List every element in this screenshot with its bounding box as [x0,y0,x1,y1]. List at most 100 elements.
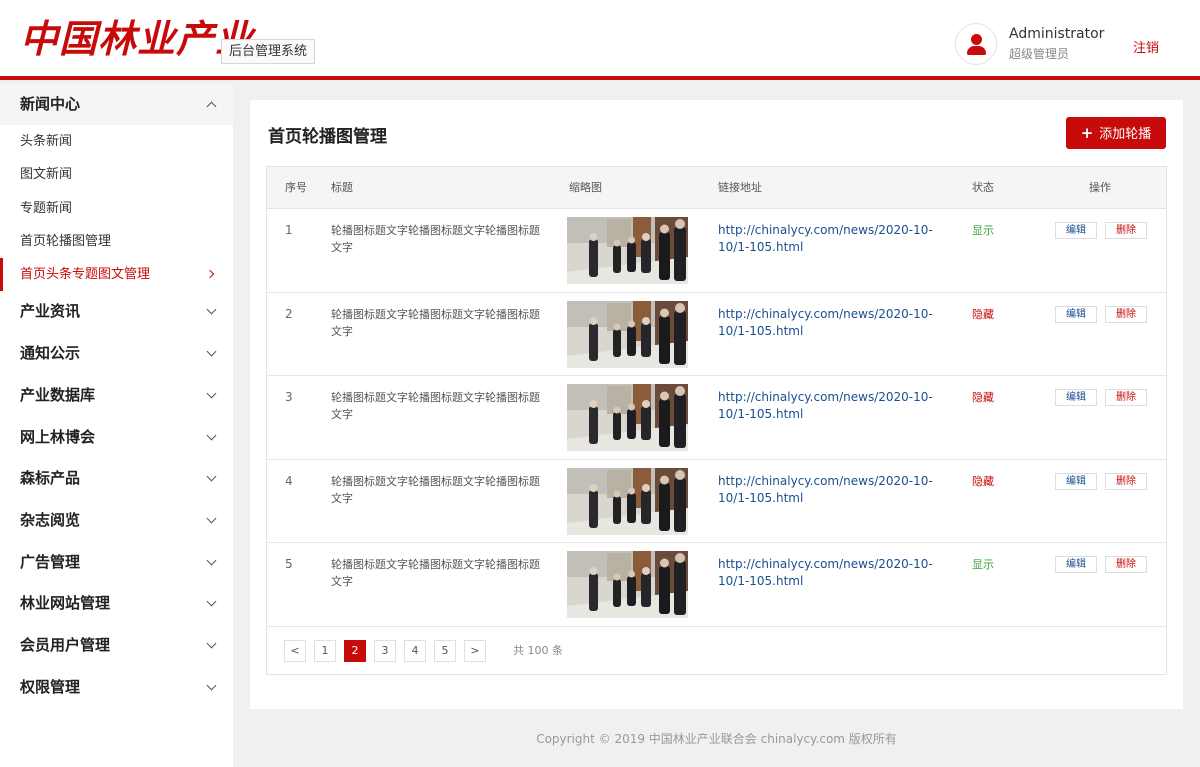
row-thumbnail[interactable] [567,300,688,368]
row-index: 5 [285,557,293,571]
chevron-down-icon [206,471,217,482]
chevron-down-icon [206,430,217,440]
sidebar-subitem[interactable]: 专题新闻 [0,192,233,225]
edit-button[interactable]: 编辑 [1055,305,1097,323]
sidebar-group-label: 产业数据库 [20,385,96,404]
edit-button[interactable]: 编辑 [1055,556,1097,573]
row-thumbnail[interactable] [567,217,688,284]
row-title: 轮播图标题文字轮播图标题文字轮播图标题文字 [331,307,540,338]
row-status[interactable]: 隐藏 [972,389,994,406]
top-header: 中国林业产业 后台管理系统 Administrator 超级管理员 注销 [0,0,1200,80]
add-button-label: 添加轮播 [1099,127,1152,142]
sidebar-group-label: 产业资讯 [20,302,81,321]
table-row: 4 轮播图标题文字轮播图标题文字轮播图标题文字 http://chinalycy.c… [267,460,1166,543]
sidebar-group[interactable]: 广告管理 [0,542,233,584]
edit-button[interactable]: 编辑 [1055,222,1097,239]
column-header-link: 链接地址 [718,181,762,194]
sidebar-group[interactable]: 杂志阅览 [0,500,233,542]
row-link[interactable]: http://chinalycy.com/news/2020-10-10/1-1… [718,473,938,507]
row-title: 轮播图标题文字轮播图标题文字轮播图标题文字 [331,558,540,588]
row-title: 轮播图标题文字轮播图标题文字轮播图标题文字 [331,391,540,421]
row-link[interactable]: http://chinalycy.com/news/2020-10-10/1-1… [718,222,938,256]
row-thumbnail[interactable] [567,384,688,451]
column-header-thumbnail: 缩略图 [569,181,602,194]
row-link[interactable]: http://chinalycy.com/news/2020-10-10/1-1… [718,306,938,340]
sidebar-group-label: 会员用户管理 [20,635,111,654]
row-status[interactable]: 隐藏 [972,306,994,323]
sidebar-group[interactable]: 森标产品 [0,458,233,500]
page-number-button[interactable]: 5 [434,640,456,662]
site-logo[interactable]: 中国林业产业 [20,14,254,64]
sidebar-subitem-label: 头条新闻 [20,134,73,149]
row-index: 1 [285,223,293,237]
system-name-badge: 后台管理系统 [221,39,316,64]
table-row: 3 轮播图标题文字轮播图标题文字轮播图标题文字 http://chinalycy.c… [267,376,1166,460]
carousel-table: 序号 标题 缩略图 链接地址 状态 操作 1 轮播图标题文字轮播图标题文字轮播图标… [266,166,1167,675]
sidebar-bottom-area [0,709,233,767]
row-index: 3 [285,390,293,404]
delete-button[interactable]: 删除 [1105,389,1147,406]
edit-button[interactable]: 编辑 [1055,472,1097,490]
row-status[interactable]: 显示 [972,556,994,573]
table-body: 1 轮播图标题文字轮播图标题文字轮播图标题文字 http://chinalycy.c… [267,209,1166,627]
page-number-button[interactable]: 2 [344,640,366,662]
plus-icon: + [1080,124,1094,142]
sidebar-subitem-label: 图文新闻 [20,167,73,183]
sidebar-group[interactable]: 通知公示 [0,333,233,375]
row-link[interactable]: http://chinalycy.com/news/2020-10-10/1-1… [718,389,938,423]
sidebar-group[interactable]: 网上林博会 [0,417,233,459]
page-number-button[interactable]: 4 [404,640,426,662]
sidebar-subitem-label: 首页轮播图管理 [20,233,112,249]
add-carousel-button[interactable]: + 添加轮播 [1066,117,1166,149]
row-status[interactable]: 显示 [972,222,994,239]
sidebar-group-label: 权限管理 [20,677,81,696]
next-page-button[interactable]: > [464,640,486,662]
sidebar-group-news-center[interactable]: 新闻中心 [0,84,233,125]
edit-button[interactable]: 编辑 [1055,389,1097,406]
total-count: 共 100 条 [513,644,563,657]
sidebar-group-label: 森标产品 [20,469,81,488]
delete-button[interactable]: 删除 [1105,556,1147,573]
chevron-down-icon [206,680,217,691]
row-thumbnail[interactable] [567,551,688,618]
sidebar-subitem[interactable]: 首页头条专题图文管理 [0,258,233,292]
user-avatar-icon[interactable] [955,23,997,65]
chevron-right-icon [205,269,215,279]
row-index: 2 [285,306,293,321]
sidebar-group[interactable]: 林业网站管理 [0,583,233,625]
sidebar-group[interactable]: 会员用户管理 [0,625,233,667]
sidebar-subitem-label: 首页头条专题图文管理 [20,267,151,283]
delete-button[interactable]: 删除 [1105,305,1147,323]
chevron-up-icon [206,101,217,112]
row-link[interactable]: http://chinalycy.com/news/2020-10-10/1-1… [718,556,938,590]
sidebar-group[interactable]: 产业资讯 [0,291,233,333]
chevron-down-icon [206,596,217,607]
user-name: Administrator [1009,26,1105,42]
page-number-button[interactable]: 1 [314,640,336,662]
column-header-actions: 操作 [1089,181,1111,194]
sidebar-group-label: 杂志阅览 [20,510,81,529]
chevron-down-icon [206,388,217,399]
sidebar-group[interactable]: 权限管理 [0,667,233,709]
prev-page-button[interactable]: < [284,640,306,662]
sidebar-subitem[interactable]: 头条新闻 [0,125,233,158]
logout-link[interactable]: 注销 [1133,37,1159,56]
column-header-index: 序号 [285,181,307,194]
chevron-down-icon [206,305,217,315]
sidebar-subitem[interactable]: 首页轮播图管理 [0,225,233,258]
chevron-down-icon [206,638,217,649]
delete-button[interactable]: 删除 [1105,222,1147,239]
row-index: 4 [285,473,293,488]
sidebar-group[interactable]: 产业数据库 [0,375,233,417]
row-status[interactable]: 隐藏 [972,473,994,490]
table-row: 2 轮播图标题文字轮播图标题文字轮播图标题文字 http://chinalycy.c… [267,293,1166,376]
row-title: 轮播图标题文字轮播图标题文字轮播图标题文字 [331,224,540,254]
user-role: 超级管理员 [1009,47,1070,61]
delete-button[interactable]: 删除 [1105,472,1147,490]
column-header-title: 标题 [331,181,353,194]
sidebar-group-list: 产业资讯通知公示产业数据库网上林博会森标产品杂志阅览广告管理 林业网站管理会员用户… [0,291,233,708]
sidebar-subitem[interactable]: 图文新闻 [0,158,233,191]
row-thumbnail[interactable] [567,467,688,535]
page-number-button[interactable]: 3 [374,640,396,662]
table-row: 1 轮播图标题文字轮播图标题文字轮播图标题文字 http://chinalycy.c… [267,209,1166,293]
